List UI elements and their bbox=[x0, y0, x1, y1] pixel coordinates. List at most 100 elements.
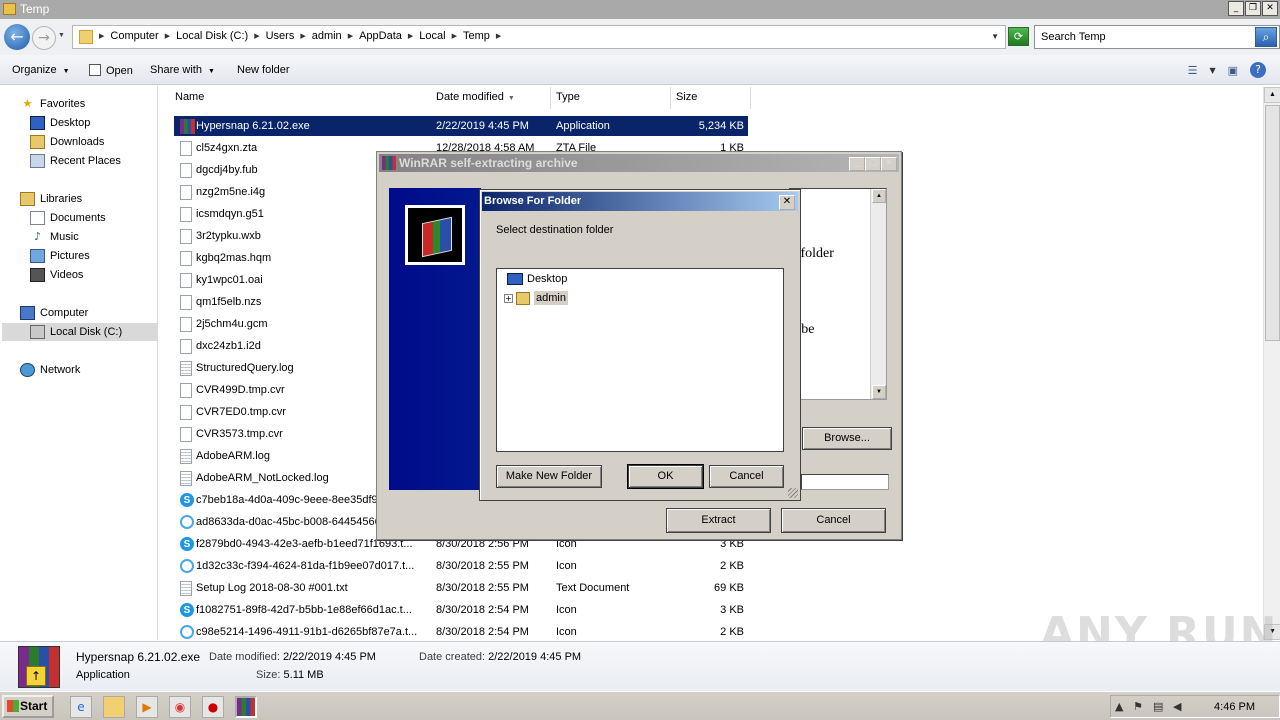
winrar-close-button[interactable]: ✕ bbox=[881, 157, 897, 171]
view-options-icon[interactable]: ☰ bbox=[1188, 64, 1198, 77]
nav-documents[interactable]: Documents bbox=[30, 209, 106, 227]
winrar-task-icon[interactable] bbox=[235, 696, 257, 718]
breadcrumb-separator-icon[interactable]: ▶ bbox=[496, 32, 501, 40]
tree-item-desktop[interactable]: Desktop bbox=[507, 273, 567, 285]
nav-network[interactable]: Network bbox=[20, 361, 80, 379]
explorer-icon[interactable] bbox=[103, 696, 125, 718]
column-header-size[interactable]: Size bbox=[671, 87, 751, 109]
nav-pictures[interactable]: Pictures bbox=[30, 247, 90, 265]
breadcrumb-item[interactable]: admin bbox=[312, 30, 342, 42]
file-row[interactable]: 1d32c33c-f394-4624-81da-f1b9ee07d017.t..… bbox=[174, 556, 748, 576]
browse-close-button[interactable]: ✕ bbox=[779, 195, 795, 210]
media-player-icon[interactable]: ▶ bbox=[136, 696, 158, 718]
network-tray-icon[interactable]: ▤ bbox=[1153, 700, 1163, 713]
organize-button[interactable]: Organize ▼ bbox=[12, 64, 70, 76]
back-button[interactable]: ← bbox=[4, 24, 30, 50]
help-icon[interactable]: ? bbox=[1250, 62, 1266, 78]
nav-favorites-label: Favorites bbox=[40, 98, 86, 110]
scroll-thumb[interactable] bbox=[1265, 105, 1280, 341]
forward-button[interactable]: → bbox=[32, 26, 56, 50]
make-new-folder-button[interactable]: Make New Folder bbox=[496, 465, 602, 488]
flag-icon[interactable]: ⚑ bbox=[1133, 700, 1143, 713]
winrar-cancel-button[interactable]: Cancel bbox=[781, 508, 886, 533]
nav-videos[interactable]: Videos bbox=[30, 266, 83, 284]
breadcrumb-separator-icon[interactable]: ▶ bbox=[165, 32, 170, 40]
browse-cancel-button[interactable]: Cancel bbox=[709, 465, 784, 488]
winrar-minimize-button[interactable]: _ bbox=[849, 157, 865, 171]
resize-grip[interactable] bbox=[788, 488, 798, 498]
opera-icon[interactable]: ● bbox=[202, 696, 224, 718]
column-type-label: Type bbox=[556, 91, 580, 103]
nav-favorites[interactable]: ★ Favorites bbox=[20, 95, 86, 113]
folder-tree[interactable]: Desktop + admin bbox=[496, 268, 784, 452]
nav-pictures-label: Pictures bbox=[50, 250, 90, 262]
ie-icon[interactable]: e bbox=[70, 696, 92, 718]
minimize-button[interactable]: _ bbox=[1228, 1, 1244, 16]
search-input[interactable] bbox=[1041, 27, 1251, 47]
nav-downloads[interactable]: Downloads bbox=[30, 133, 104, 151]
nav-recent-places[interactable]: Recent Places bbox=[30, 152, 121, 170]
preview-pane-icon[interactable]: ▣ bbox=[1228, 64, 1238, 77]
open-button[interactable]: Open bbox=[89, 64, 133, 77]
winrar-maximize-button[interactable]: □ bbox=[865, 157, 881, 171]
info-scrollbar[interactable]: ▲ ▼ bbox=[870, 189, 886, 399]
refresh-button[interactable]: ⟳ bbox=[1008, 27, 1029, 46]
file-type: Application bbox=[556, 120, 610, 132]
file-row[interactable]: Setup Log 2018-08-30 #001.txt 8/30/2018 2… bbox=[174, 578, 748, 598]
breadcrumb-item[interactable]: AppData bbox=[359, 30, 402, 42]
size-label: Size: bbox=[256, 669, 281, 681]
file-size: 5,234 KB bbox=[698, 120, 744, 132]
nav-desktop[interactable]: Desktop bbox=[30, 114, 90, 132]
column-header-type[interactable]: Type bbox=[551, 87, 671, 109]
nav-music[interactable]: ♪ Music bbox=[30, 228, 79, 246]
breadcrumb-separator-icon[interactable]: ▶ bbox=[254, 32, 259, 40]
nav-libraries[interactable]: Libraries bbox=[20, 190, 82, 208]
info-scroll-up[interactable]: ▲ bbox=[872, 189, 886, 203]
ok-button[interactable]: OK bbox=[627, 464, 704, 489]
file-row[interactable]: c98e5214-1496-4911-91b1-d6265bf87e7a.t..… bbox=[174, 622, 748, 642]
volume-icon[interactable]: ◀ bbox=[1173, 700, 1181, 713]
column-header-date[interactable]: Date modified ▼ bbox=[431, 87, 551, 109]
breadcrumb-item[interactable]: Computer bbox=[110, 30, 158, 42]
share-with-button[interactable]: Share with ▼ bbox=[150, 64, 215, 76]
file-row[interactable]: Sf1082751-89f8-42d7-b5bb-1e88ef66d1ac.t.… bbox=[174, 600, 748, 620]
chrome-icon[interactable]: ◉ bbox=[169, 696, 191, 718]
desktop-icon bbox=[507, 273, 523, 285]
view-dropdown-icon[interactable]: ▼ bbox=[1209, 66, 1215, 75]
breadcrumb-item[interactable]: Local Disk (C:) bbox=[176, 30, 248, 42]
nav-local-disk[interactable]: Local Disk (C:) bbox=[2, 323, 157, 341]
desktop-icon bbox=[30, 116, 45, 130]
history-dropdown-icon[interactable]: ▼ bbox=[58, 32, 65, 39]
browse-title: Browse For Folder bbox=[484, 195, 582, 207]
start-button[interactable]: Start bbox=[2, 695, 54, 718]
close-button[interactable]: ✕ bbox=[1262, 1, 1278, 16]
computer-icon bbox=[20, 306, 35, 320]
breadcrumb-item[interactable]: Local bbox=[419, 30, 445, 42]
vertical-scrollbar[interactable]: ▲ ▼ bbox=[1263, 87, 1280, 640]
new-folder-button[interactable]: New folder bbox=[237, 64, 290, 76]
tree-item-admin[interactable]: + admin bbox=[504, 291, 568, 305]
search-icon[interactable]: ⌕ bbox=[1255, 27, 1277, 47]
expand-icon[interactable]: + bbox=[504, 293, 513, 303]
date-modified-value: 2/22/2019 4:45 PM bbox=[283, 651, 376, 663]
browse-button[interactable]: Browse... bbox=[802, 427, 892, 450]
address-dropdown-icon[interactable]: ▼ bbox=[991, 32, 999, 41]
file-type: Text Document bbox=[556, 582, 630, 594]
scroll-up-button[interactable]: ▲ bbox=[1264, 87, 1280, 103]
breadcrumb-separator-icon[interactable]: ▶ bbox=[452, 32, 457, 40]
extract-button[interactable]: Extract bbox=[666, 508, 771, 533]
file-row[interactable]: Hypersnap 6.21.02.exe 2/22/2019 4:45 PM Ap… bbox=[174, 116, 748, 136]
breadcrumb-item[interactable]: Temp bbox=[463, 30, 490, 42]
breadcrumb-item[interactable]: Users bbox=[266, 30, 295, 42]
breadcrumb-separator-icon[interactable]: ▶ bbox=[300, 32, 305, 40]
info-scroll-down[interactable]: ▼ bbox=[872, 385, 886, 399]
restore-button[interactable]: ❐ bbox=[1245, 1, 1261, 16]
column-header-name[interactable]: Name bbox=[170, 87, 432, 109]
breadcrumb-separator-icon[interactable]: ▶ bbox=[408, 32, 413, 40]
tray-expand-icon[interactable]: ▲ bbox=[1115, 700, 1123, 713]
breadcrumb-separator-icon[interactable]: ▶ bbox=[348, 32, 353, 40]
nav-computer[interactable]: Computer bbox=[20, 304, 88, 322]
destination-path-field[interactable] bbox=[801, 474, 889, 490]
breadcrumb-separator-icon[interactable]: ▶ bbox=[99, 32, 104, 40]
address-bar[interactable]: ▶ Computer ▶ Local Disk (C:) ▶ Users ▶ admin ▶ Ap… bbox=[72, 25, 1006, 49]
